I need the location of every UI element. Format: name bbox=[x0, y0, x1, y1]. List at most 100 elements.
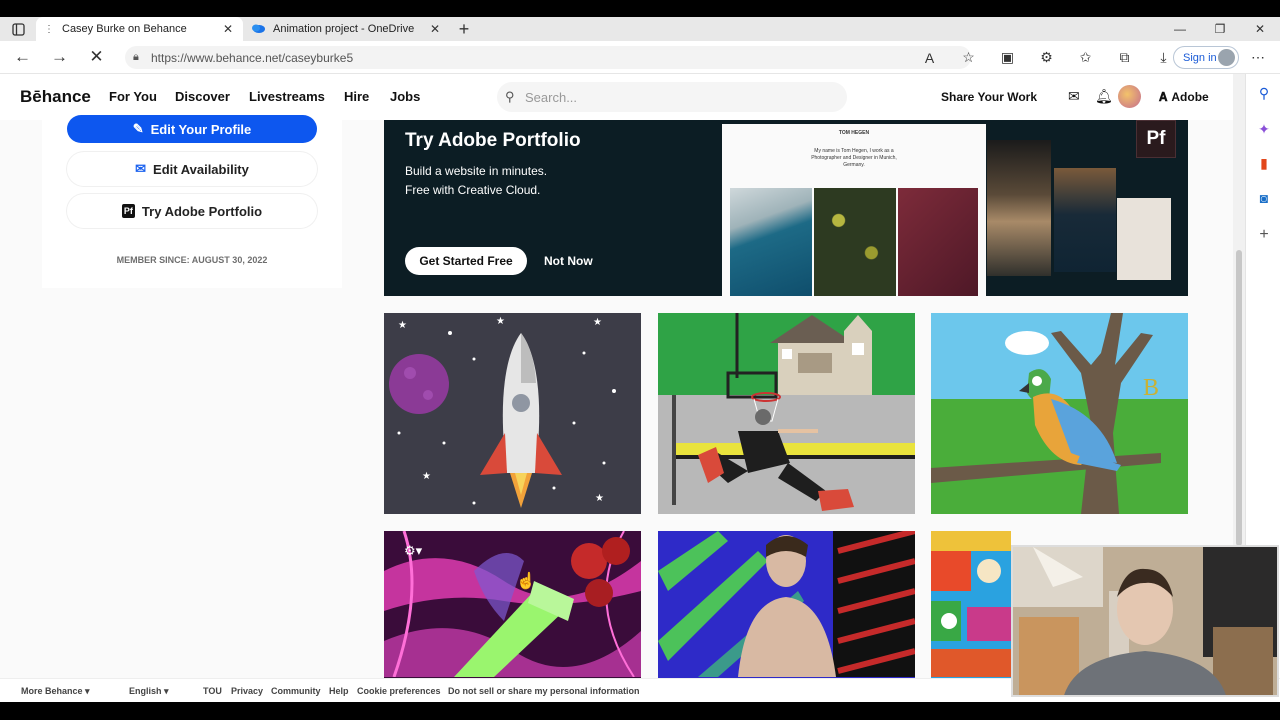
tab-actions-icon[interactable] bbox=[0, 17, 36, 41]
preview-card-2 bbox=[987, 140, 1051, 276]
loading-icon: ⋮ bbox=[44, 23, 54, 35]
preview-text: My name is Tom Hegen, I work as a Photog… bbox=[811, 148, 897, 168]
banner-line-2: Free with Creative Cloud. bbox=[405, 183, 541, 197]
back-arrow-icon[interactable]: ← bbox=[4, 47, 41, 67]
portfolio-pf-badge: Pf bbox=[1136, 120, 1176, 158]
edit-profile-button[interactable]: ✎ Edit Your Profile bbox=[67, 115, 317, 143]
minimize-icon[interactable]: — bbox=[1160, 22, 1200, 36]
tab-casey-burke[interactable]: ⋮ Casey Burke on Behance ✕ bbox=[36, 17, 243, 41]
toolbar-icons: A ☆ ▣ ⚙ ✩ ⧉ ⤓ bbox=[910, 41, 1183, 74]
adobe-icon: 𝐀 bbox=[1159, 90, 1168, 104]
tab-strip: ⋮ Casey Burke on Behance ✕ Animation pro… bbox=[0, 17, 1280, 41]
read-aloud-icon[interactable]: A bbox=[910, 50, 949, 66]
preview-ocean-photo bbox=[730, 188, 812, 296]
banner-title: Try Adobe Portfolio bbox=[405, 130, 581, 151]
add-sidebar-app-icon[interactable]: + bbox=[1255, 226, 1273, 244]
cursor-hand-icon: ☝ bbox=[516, 573, 536, 590]
portfolio-preview-image: TOM HEGEN My name is Tom Hegen, I work a… bbox=[722, 124, 986, 296]
project-tile-pink-abstract[interactable]: ⚙▾ ☝ bbox=[384, 531, 641, 678]
puzzle-extensions-icon[interactable]: ⚙ bbox=[1027, 49, 1066, 66]
member-since-text: MEMBER SINCE: AUGUST 30, 2022 bbox=[116, 255, 268, 265]
scrollbar-thumb[interactable] bbox=[1236, 250, 1242, 546]
stop-loading-icon[interactable]: ✕ bbox=[78, 47, 115, 67]
get-started-free-button[interactable]: Get Started Free bbox=[405, 247, 527, 275]
close-tab-icon[interactable]: ✕ bbox=[221, 22, 235, 36]
onedrive-icon bbox=[251, 23, 265, 36]
project-tile-basketball[interactable] bbox=[658, 313, 915, 514]
top-black-bar bbox=[0, 0, 1280, 17]
extension-icon[interactable]: ▣ bbox=[988, 49, 1027, 66]
footer-link-help[interactable]: Help bbox=[329, 686, 349, 696]
notification-bell-icon[interactable]: 🔔︎ bbox=[1095, 88, 1113, 105]
adobe-label: Adobe bbox=[1171, 90, 1209, 104]
nav-jobs[interactable]: Jobs bbox=[390, 89, 420, 104]
sign-in-button[interactable]: Sign in bbox=[1173, 46, 1239, 69]
new-tab-button[interactable]: + bbox=[450, 17, 478, 41]
banner-line-1: Build a website in minutes. bbox=[405, 164, 548, 178]
project-tile-parrot[interactable]: B bbox=[931, 313, 1188, 514]
portfolio-pf-icon: Pf bbox=[121, 204, 135, 218]
nav-for-you[interactable]: For You bbox=[109, 89, 157, 104]
behance-header: Bēhance For You Discover Livestreams Hir… bbox=[0, 74, 1233, 120]
close-window-icon[interactable]: ✕ bbox=[1240, 22, 1280, 36]
favorites-icon[interactable]: ✩ bbox=[1066, 49, 1105, 66]
behance-logo[interactable]: Bēhance bbox=[20, 87, 91, 107]
copilot-sparkle-icon[interactable]: ✦ bbox=[1255, 120, 1273, 138]
search-placeholder: Search... bbox=[525, 89, 578, 105]
nav-livestreams[interactable]: Livestreams bbox=[249, 89, 325, 104]
nav-discover[interactable]: Discover bbox=[175, 89, 230, 104]
footer-link-tou[interactable]: TOU bbox=[203, 686, 222, 696]
forward-arrow-icon[interactable]: → bbox=[41, 47, 78, 67]
svg-text:★: ★ bbox=[593, 317, 602, 328]
share-your-work-button[interactable]: Share Your Work bbox=[941, 90, 1037, 104]
footer-link-do-not-sell[interactable]: Do not sell or share my personal informa… bbox=[448, 686, 640, 696]
tab-label: Casey Burke on Behance bbox=[62, 23, 187, 35]
adobe-portfolio-banner: Try Adobe Portfolio Build a website in m… bbox=[384, 120, 1188, 296]
svg-text:★: ★ bbox=[496, 316, 505, 327]
try-portfolio-label: Try Adobe Portfolio bbox=[141, 203, 263, 219]
preview-card-3 bbox=[1054, 168, 1116, 272]
search-input[interactable]: ⚲ Search... bbox=[497, 82, 847, 112]
maximize-icon[interactable]: ❐ bbox=[1200, 22, 1240, 36]
language-select[interactable]: English ▾ bbox=[129, 686, 169, 697]
svg-text:★: ★ bbox=[422, 471, 431, 482]
window-controls: — ❐ ✕ bbox=[1160, 17, 1280, 41]
nav-hire[interactable]: Hire bbox=[344, 89, 369, 104]
mail-icon[interactable]: ✉ bbox=[1068, 88, 1080, 105]
edit-profile-label: Edit Your Profile bbox=[150, 121, 252, 137]
adobe-link[interactable]: 𝐀 Adobe bbox=[1159, 90, 1209, 105]
edit-availability-label: Edit Availability bbox=[153, 161, 249, 177]
profile-sidebar: ✎ Edit Your Profile ✉ Edit Availability … bbox=[42, 115, 342, 288]
tab-onedrive[interactable]: Animation project - OneDrive ✕ bbox=[243, 17, 450, 41]
url-text: https://www.behance.net/caseyburke5 bbox=[151, 50, 354, 65]
edit-availability-button[interactable]: ✉ Edit Availability bbox=[67, 152, 317, 186]
webcam-overlay bbox=[1011, 545, 1279, 697]
more-options-icon[interactable]: ⋯ bbox=[1251, 49, 1265, 66]
avatar[interactable] bbox=[1118, 85, 1141, 108]
project-tile-portrait[interactable] bbox=[658, 531, 915, 678]
url-field[interactable]: 🔒︎ https://www.behance.net/caseyburke5 bbox=[125, 46, 971, 69]
address-bar-row: ← → ✕ 🔒︎ https://www.behance.net/caseybu… bbox=[0, 41, 1280, 74]
tab-label: Animation project - OneDrive bbox=[273, 23, 415, 35]
more-behance-menu[interactable]: More Behance ▾ bbox=[21, 686, 90, 697]
tile-settings-gear-icon[interactable]: ⚙▾ bbox=[404, 543, 422, 559]
favorite-add-icon[interactable]: ☆ bbox=[949, 49, 988, 66]
profile-avatar-icon bbox=[1218, 49, 1235, 66]
close-tab-icon[interactable]: ✕ bbox=[428, 22, 442, 36]
office-icon[interactable]: ▮ bbox=[1255, 154, 1273, 172]
outlook-icon[interactable]: ◙ bbox=[1255, 189, 1273, 207]
collections-icon[interactable]: ⧉ bbox=[1105, 49, 1144, 66]
preview-trees-photo bbox=[814, 188, 896, 296]
project-tile-rocket[interactable]: ★ ★ ★ ★ ★ bbox=[384, 313, 641, 514]
pencil-icon: ✎ bbox=[132, 121, 144, 136]
preview-card-4 bbox=[1117, 198, 1171, 280]
search-icon[interactable]: ⚲ bbox=[1255, 84, 1273, 102]
footer-link-cookie-preferences[interactable]: Cookie preferences bbox=[357, 686, 441, 696]
envelope-icon: ✉ bbox=[135, 161, 147, 176]
not-now-button[interactable]: Not Now bbox=[544, 254, 593, 268]
project-tile-colorful[interactable] bbox=[931, 531, 1011, 678]
footer-link-privacy[interactable]: Privacy bbox=[231, 686, 263, 696]
footer-link-community[interactable]: Community bbox=[271, 686, 321, 696]
screen: ⋮ Casey Burke on Behance ✕ Animation pro… bbox=[0, 0, 1280, 720]
try-portfolio-button[interactable]: Pf Try Adobe Portfolio bbox=[67, 194, 317, 228]
